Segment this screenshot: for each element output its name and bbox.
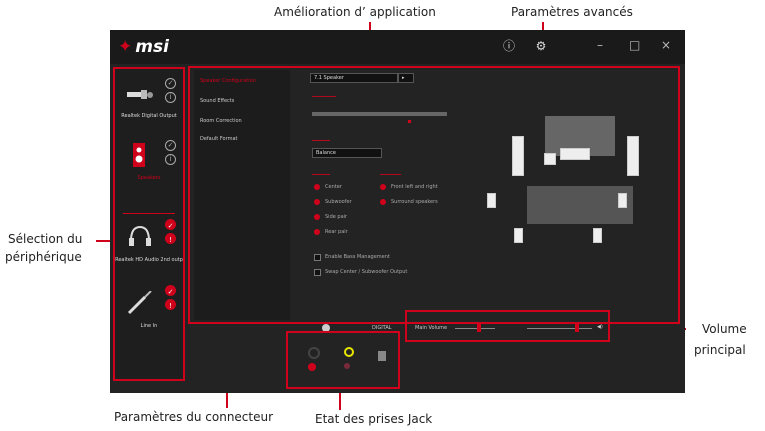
balance-select[interactable]: Balance bbox=[312, 148, 382, 158]
play-test-button[interactable]: ▸ bbox=[398, 73, 414, 83]
close-button[interactable]: × bbox=[661, 38, 671, 52]
speaker-sub-icon bbox=[544, 153, 556, 165]
device-check-icon: ✓ bbox=[165, 285, 176, 296]
optional-speakers-heading: ━━━━━━ bbox=[312, 172, 331, 178]
cable-icon bbox=[127, 90, 153, 99]
device-toggle-icon: ! bbox=[165, 299, 176, 310]
device-label: Line In bbox=[140, 323, 158, 329]
annotation-device-selection-2: périphérique bbox=[5, 250, 82, 264]
radio-subwoofer-label: Subwoofer bbox=[325, 199, 352, 205]
speaker-side-left-icon bbox=[487, 193, 496, 208]
annotation-jack-status: Etat des prises Jack bbox=[315, 412, 433, 426]
device-selected-underline bbox=[123, 213, 175, 214]
balance-heading: ━━━━━━ bbox=[312, 138, 331, 144]
device-check-icon: ✓ bbox=[165, 219, 176, 230]
info-icon[interactable]: ⓘ bbox=[502, 39, 516, 53]
radio-center-label: Center bbox=[325, 184, 342, 190]
device-label: Speakers bbox=[137, 175, 161, 181]
device-speakers[interactable]: ✓ i Speakers bbox=[115, 133, 183, 203]
annotation-main-volume-1: Volume bbox=[702, 322, 747, 336]
device-panel: ✓ i Realtek Digital Output ✓ i Speakers … bbox=[113, 67, 185, 381]
app-enhancement-panel: 7.1 Speaker ▸ ━━━━━━━━ ━━━━━━ Balance ━━… bbox=[188, 66, 680, 324]
device-line-in[interactable]: ✓ ! Line In bbox=[115, 281, 183, 351]
mute-speaker-icon[interactable]: ◀) bbox=[597, 324, 603, 330]
device-toggle-icon: ! bbox=[165, 233, 176, 244]
speaker-front-right-icon bbox=[627, 136, 639, 176]
right-volume-track[interactable] bbox=[527, 328, 592, 329]
speaker-center-icon bbox=[560, 148, 590, 160]
jack-yellow-icon bbox=[344, 347, 354, 357]
msi-logo: ✦ msi bbox=[118, 37, 169, 57]
msi-audio-window: ✦ msi ⓘ ⚙ – □ × ✓ i Realtek Digital Outpu… bbox=[110, 30, 685, 393]
left-volume-knob[interactable] bbox=[477, 324, 481, 332]
full-range-track[interactable] bbox=[312, 112, 447, 116]
radio-side-pair[interactable] bbox=[314, 214, 320, 220]
speaker-front-left-icon bbox=[512, 136, 524, 176]
headphones-icon bbox=[129, 225, 151, 246]
fullrange-speakers-heading: ━━━━━━━ bbox=[380, 172, 402, 178]
jack-red-icon bbox=[308, 363, 316, 371]
speaker-rear-left-icon bbox=[514, 228, 523, 243]
device-label: Realtek HD Audio 2nd outp bbox=[115, 257, 183, 263]
jack-black-icon bbox=[308, 347, 320, 359]
swap-center-checkbox[interactable] bbox=[314, 269, 321, 276]
radio-surround-label: Surround speakers bbox=[391, 199, 438, 205]
annotation-app-enhancement: Amélioration d’ application bbox=[274, 5, 436, 19]
device-realtek-digital[interactable]: ✓ i Realtek Digital Output bbox=[115, 71, 183, 141]
title-bar: ✦ msi ⓘ ⚙ – □ × bbox=[110, 30, 685, 64]
radio-front-label: Front left and right bbox=[391, 184, 438, 190]
bass-management-label: Enable Bass Management bbox=[325, 254, 390, 260]
swap-center-label: Swap Center / Subwoofer Output bbox=[325, 269, 408, 275]
maximize-button[interactable]: □ bbox=[629, 38, 640, 52]
speaker-icon bbox=[133, 143, 145, 167]
annotation-main-volume-2: principal bbox=[694, 343, 746, 357]
radio-front-lr[interactable] bbox=[380, 184, 386, 190]
radio-surround[interactable] bbox=[380, 199, 386, 205]
callout-line-jack bbox=[339, 390, 341, 410]
radio-subwoofer[interactable] bbox=[314, 199, 320, 205]
device-toggle-icon: i bbox=[165, 154, 176, 165]
jack-pink-icon bbox=[344, 363, 350, 369]
jack-plug-icon bbox=[127, 291, 152, 315]
speaker-side-right-icon bbox=[618, 193, 627, 208]
radio-side-label: Side pair bbox=[325, 214, 348, 220]
jack-status-panel bbox=[286, 331, 400, 389]
annotation-advanced-params: Paramètres avancés bbox=[511, 5, 633, 19]
device-toggle-icon: i bbox=[165, 92, 176, 103]
radio-rear-pair[interactable] bbox=[314, 229, 320, 235]
jack-optical-icon bbox=[378, 351, 386, 361]
bass-management-checkbox[interactable] bbox=[314, 254, 321, 261]
left-volume-track[interactable] bbox=[455, 328, 495, 329]
annotation-device-selection-1: Sélection du bbox=[8, 232, 83, 246]
main-volume-panel: Main Volume ◀) bbox=[405, 310, 610, 342]
radio-center[interactable] bbox=[314, 184, 320, 190]
right-volume-knob[interactable] bbox=[575, 324, 579, 332]
full-range-label: ━━━━━━━━ bbox=[312, 94, 337, 100]
speaker-rear-right-icon bbox=[593, 228, 602, 243]
device-realtek-2nd[interactable]: ✓ ! Realtek HD Audio 2nd outp bbox=[115, 215, 183, 285]
full-range-knob[interactable] bbox=[408, 120, 411, 123]
annotation-connector-params: Paramètres du connecteur bbox=[114, 410, 274, 424]
device-check-icon: ✓ bbox=[165, 140, 176, 151]
main-volume-label: Main Volume bbox=[415, 325, 448, 331]
gear-icon[interactable]: ⚙ bbox=[534, 39, 548, 53]
radio-rear-label: Rear pair bbox=[325, 229, 348, 235]
device-label: Realtek Digital Output bbox=[121, 113, 177, 119]
speaker-config-select[interactable]: 7.1 Speaker bbox=[310, 73, 398, 83]
device-check-icon: ✓ bbox=[165, 78, 176, 89]
minimize-button[interactable]: – bbox=[597, 38, 603, 52]
